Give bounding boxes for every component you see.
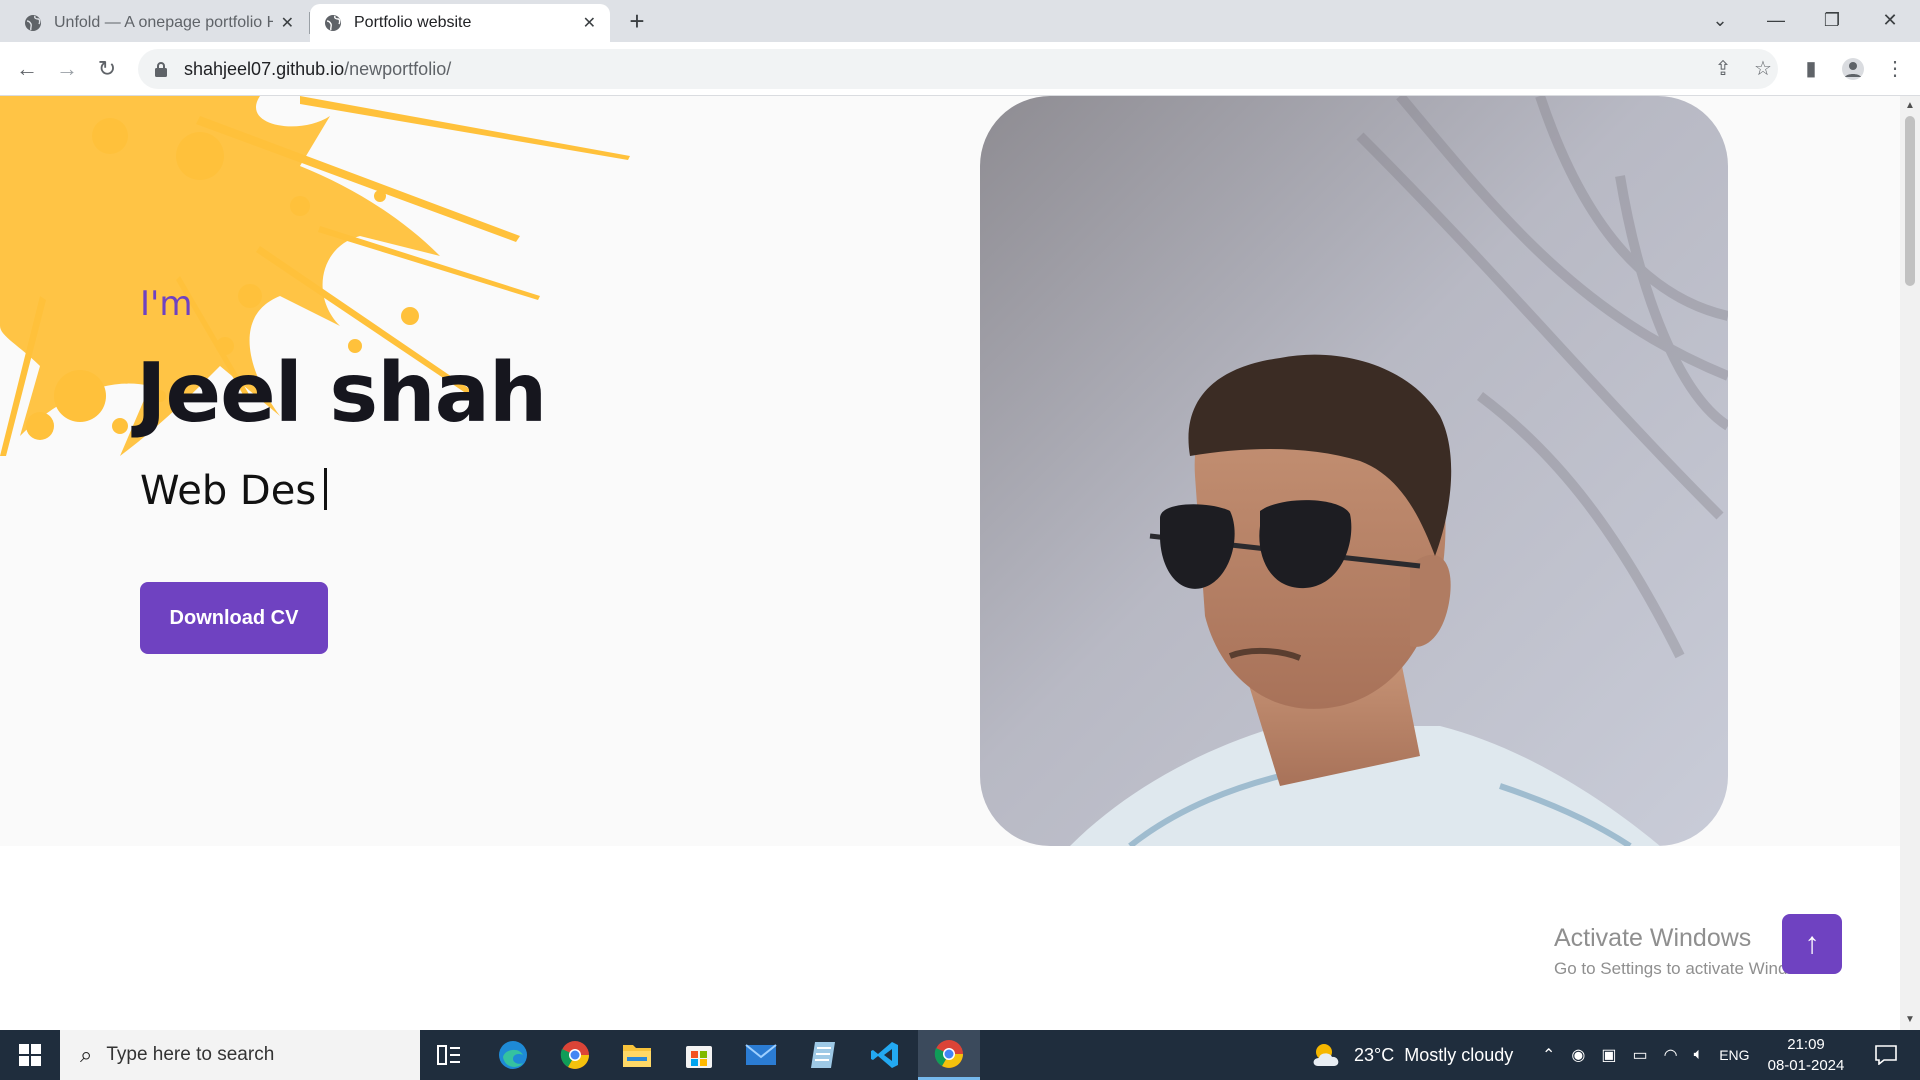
meet-now-icon[interactable]: ▣ (1601, 1045, 1616, 1065)
scroll-down-arrow-icon[interactable]: ▼ (1904, 1014, 1916, 1026)
chevron-up-icon[interactable]: ⌃ (1542, 1045, 1555, 1065)
tab-title: Portfolio website (354, 14, 472, 31)
clock[interactable]: 21:09 08-01-2024 (1766, 1034, 1846, 1076)
language-indicator[interactable]: ENG (1719, 1047, 1749, 1063)
new-tab-button[interactable]: + (622, 6, 652, 36)
chrome-active-icon[interactable] (918, 1030, 980, 1080)
page-scrollbar[interactable]: ▲ ▼ (1900, 96, 1920, 1030)
tab-strip: Unfold — A onepage portfolio H ✕ Portfol… (0, 0, 1920, 42)
side-panel-icon[interactable]: ▮ (1796, 54, 1826, 84)
reload-button[interactable]: ↻ (92, 54, 122, 84)
scroll-up-arrow-icon[interactable]: ▲ (1904, 100, 1916, 112)
tab-search-icon[interactable]: ⌄ (1692, 0, 1748, 42)
clock-date: 08-01-2024 (1767, 1057, 1845, 1074)
tab-unfold[interactable]: Unfold — A onepage portfolio H ✕ (10, 4, 308, 42)
file-explorer-icon[interactable] (608, 1030, 666, 1080)
notification-icon[interactable] (1866, 1030, 1906, 1080)
typed-role-text: Web Des (140, 468, 317, 514)
system-tray: ⌃ ◉ ▣ ▭ ◠ 🔈︎ ENG (1542, 1030, 1750, 1080)
profile-photo (980, 96, 1728, 846)
intro-text: I'm (140, 284, 193, 324)
minimize-button[interactable]: — (1748, 0, 1804, 42)
typed-role: Web Des (140, 468, 328, 514)
url-host: shahjeel07.github.io (184, 58, 345, 79)
restore-button[interactable]: ❐ (1804, 0, 1860, 42)
back-button[interactable]: ← (12, 54, 42, 84)
windows-logo-icon (19, 1044, 41, 1066)
vscode-icon[interactable] (856, 1030, 914, 1080)
record-icon[interactable]: ◉ (1571, 1045, 1585, 1065)
scrollbar-thumb[interactable] (1905, 116, 1915, 286)
lock-icon (155, 62, 167, 77)
task-view-icon[interactable] (420, 1030, 478, 1080)
volume-icon[interactable]: 🔈︎ (1694, 1046, 1704, 1064)
arrow-up-icon: ↑ (1804, 927, 1820, 960)
mail-icon[interactable] (732, 1030, 790, 1080)
weather-text: Mostly cloudy (1404, 1044, 1514, 1065)
notes-app-icon[interactable] (794, 1030, 852, 1080)
forward-button[interactable]: → (52, 54, 82, 84)
chrome-icon[interactable] (546, 1030, 604, 1080)
bookmark-star-icon[interactable]: ☆ (1748, 54, 1778, 84)
weather-temp: 23°C (1354, 1044, 1395, 1065)
edge-icon[interactable] (484, 1030, 542, 1080)
menu-dots-icon[interactable]: ⋮ (1880, 54, 1910, 84)
weather-widget[interactable]: 23°C Mostly cloudy (1310, 1030, 1513, 1080)
close-icon[interactable]: ✕ (281, 13, 294, 33)
search-icon: ⌕ (80, 1042, 93, 1067)
typing-cursor (324, 468, 328, 510)
close-icon[interactable]: ✕ (583, 13, 596, 33)
clock-time: 21:09 (1787, 1036, 1825, 1053)
globe-icon (25, 15, 41, 31)
start-button[interactable] (0, 1030, 60, 1080)
scroll-to-top-button[interactable]: ↑ (1782, 914, 1842, 974)
tab-portfolio[interactable]: Portfolio website ✕ (310, 4, 610, 42)
close-window-button[interactable]: ✕ (1862, 0, 1918, 42)
browser-toolbar: ← → ↻ shahjeel07.github.io/newportfolio/… (0, 42, 1920, 96)
address-bar[interactable]: shahjeel07.github.io/newportfolio/ (138, 49, 1778, 89)
hero-section: I'm Jeel shah Web Des Download CV (0, 96, 1900, 846)
taskbar-search[interactable]: ⌕ Type here to search (60, 1030, 420, 1080)
partly-cloudy-icon (1313, 1044, 1339, 1066)
download-cv-button[interactable]: Download CV (140, 582, 328, 654)
hero-name: Jeel shah (136, 346, 547, 441)
globe-icon (325, 15, 341, 31)
share-icon[interactable]: ⇪ (1708, 54, 1738, 84)
url-path: /newportfolio/ (344, 58, 452, 79)
search-placeholder: Type here to search (106, 1044, 275, 1065)
tab-title: Unfold — A onepage portfolio H (54, 14, 273, 31)
windows-taskbar: ⌕ Type here to search 23°C Mostly cloudy… (0, 1030, 1920, 1080)
profile-avatar-icon[interactable] (1838, 54, 1868, 84)
battery-icon[interactable]: ▭ (1633, 1045, 1648, 1065)
page-viewport: I'm Jeel shah Web Des Download CV Activa… (0, 96, 1900, 1030)
wifi-icon[interactable]: ◠ (1664, 1045, 1678, 1065)
microsoft-store-icon[interactable] (670, 1030, 728, 1080)
